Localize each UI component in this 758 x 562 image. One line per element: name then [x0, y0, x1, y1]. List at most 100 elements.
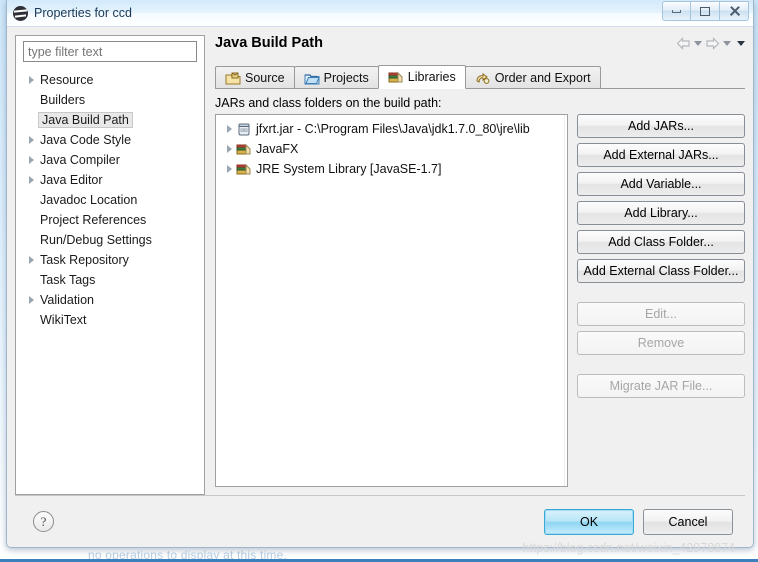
window-controls: [662, 1, 749, 21]
add-library-button[interactable]: Add Library...: [577, 201, 745, 225]
sidebar-item-label: Project References: [40, 213, 147, 227]
tab-label: Order and Export: [494, 70, 591, 85]
library-books-icon: [236, 142, 252, 157]
add-class-folder-button[interactable]: Add Class Folder...: [577, 230, 745, 254]
filter-wrapper: [16, 41, 204, 66]
dialog-action-buttons: OK Cancel: [544, 508, 733, 535]
sidebar-item-run-debug-settings[interactable]: Run/Debug Settings: [16, 230, 204, 250]
jar-icon: 010: [236, 122, 252, 137]
sidebar-item-resource[interactable]: Resource: [16, 70, 204, 90]
sidebar-item-java-editor[interactable]: Java Editor: [16, 170, 204, 190]
maximize-button[interactable]: [691, 1, 720, 21]
close-button[interactable]: [720, 1, 749, 21]
build-path-tabs: Source Projects Libraries Order and Export: [215, 65, 745, 89]
dialog-body: Resource Builders Java Build Path Java Code…: [7, 27, 753, 495]
jar-list[interactable]: 010 jfxrt.jar - C:\Program Files\Java\jdk…: [215, 114, 568, 487]
edit-button: Edit...: [577, 302, 745, 326]
expand-arrow-icon[interactable]: [222, 145, 236, 153]
jar-list-item-label: JRE System Library [JavaSE-1.7]: [256, 162, 442, 176]
library-books-icon: [388, 70, 403, 84]
expand-arrow-icon[interactable]: [24, 256, 38, 264]
back-arrow-icon[interactable]: [676, 37, 691, 50]
button-group-divider: [577, 360, 745, 369]
sidebar-item-project-references[interactable]: Project References: [16, 210, 204, 230]
tab-label: Libraries: [407, 70, 456, 84]
settings-tree-panel: Resource Builders Java Build Path Java Code…: [15, 35, 205, 495]
sidebar-item-java-build-path[interactable]: Java Build Path: [16, 110, 204, 130]
jar-list-item-label: jfxrt.jar - C:\Program Files\Java\jdk1.7…: [256, 122, 530, 136]
svg-text:010: 010: [241, 128, 247, 132]
sidebar-item-java-compiler[interactable]: Java Compiler: [16, 150, 204, 170]
forward-arrow-icon[interactable]: [705, 37, 720, 50]
expand-arrow-icon[interactable]: [24, 296, 38, 304]
sidebar-item-java-code-style[interactable]: Java Code Style: [16, 130, 204, 150]
tab-source[interactable]: Source: [215, 66, 295, 88]
add-external-class-folder-button[interactable]: Add External Class Folder...: [577, 259, 745, 283]
sidebar-item-label: Resource: [40, 73, 94, 87]
expand-arrow-icon[interactable]: [222, 125, 236, 133]
ok-button[interactable]: OK: [544, 508, 634, 535]
cancel-button[interactable]: Cancel: [643, 508, 733, 535]
sidebar-item-label: Builders: [40, 93, 86, 107]
dialog-footer: ? OK Cancel https://blog.csdn.net/weixin…: [15, 495, 745, 555]
back-history-chevron-down-icon[interactable]: [694, 41, 702, 46]
button-column-spacer: [577, 403, 745, 487]
title-bar: Properties for ccd: [7, 0, 753, 27]
expand-arrow-icon[interactable]: [222, 165, 236, 173]
forward-history-chevron-down-icon[interactable]: [723, 41, 731, 46]
sidebar-item-label: WikiText: [40, 313, 87, 327]
add-jars-button[interactable]: Add JARs...: [577, 114, 745, 138]
sidebar-item-task-repository[interactable]: Task Repository: [16, 250, 204, 270]
library-books-icon: [236, 162, 252, 177]
jar-list-item-label: JavaFX: [256, 142, 299, 156]
expand-arrow-icon[interactable]: [24, 156, 38, 164]
sidebar-item-validation[interactable]: Validation: [16, 290, 204, 310]
filter-input[interactable]: [23, 41, 197, 62]
help-icon[interactable]: ?: [33, 511, 54, 532]
sidebar-item-builders[interactable]: Builders: [16, 90, 204, 110]
page-nav-controls: [676, 35, 745, 50]
expand-arrow-icon[interactable]: [24, 176, 38, 184]
sidebar-item-wikitext[interactable]: WikiText: [16, 310, 204, 330]
source-folder-icon: [225, 71, 241, 85]
sidebar-item-task-tags[interactable]: Task Tags: [16, 270, 204, 290]
jar-list-item[interactable]: JavaFX: [216, 139, 567, 159]
migrate-jar-file-button: Migrate JAR File...: [577, 374, 745, 398]
list-caption: JARs and class folders on the build path…: [215, 96, 442, 110]
sidebar-item-javadoc-location[interactable]: Javadoc Location: [16, 190, 204, 210]
expand-arrow-icon[interactable]: [24, 76, 38, 84]
tab-libraries[interactable]: Libraries: [377, 65, 466, 89]
expand-arrow-icon[interactable]: [24, 136, 38, 144]
order-export-icon: [475, 71, 490, 85]
view-menu-icon[interactable]: [737, 41, 745, 46]
sidebar-item-label: Run/Debug Settings: [40, 233, 152, 247]
list-scrollbar[interactable]: [564, 115, 567, 486]
window-title: Properties for ccd: [34, 6, 132, 20]
library-action-buttons: Add JARs... Add External JARs... Add Varia…: [577, 114, 745, 487]
jar-list-item[interactable]: JRE System Library [JavaSE-1.7]: [216, 159, 567, 179]
eclipse-icon: [13, 5, 28, 21]
page-panel: Java Build Path Source Projects Librarie…: [205, 35, 745, 495]
minimize-icon: [672, 9, 681, 13]
sidebar-item-label: Java Build Path: [38, 112, 133, 128]
tab-label: Source: [245, 70, 285, 85]
sidebar-item-label: Java Editor: [40, 173, 103, 187]
sidebar-item-label: Java Compiler: [40, 153, 120, 167]
page-header: Java Build Path: [215, 35, 745, 65]
jar-list-item[interactable]: 010 jfxrt.jar - C:\Program Files\Java\jdk…: [216, 119, 567, 139]
sidebar-item-label: Task Tags: [40, 273, 96, 287]
properties-dialog: Properties for ccd Resource Builders Java …: [6, 0, 754, 555]
tab-order-and-export[interactable]: Order and Export: [464, 66, 601, 88]
sidebar-item-label: Java Code Style: [40, 133, 132, 147]
projects-folder-icon: [304, 71, 320, 85]
remove-button: Remove: [577, 331, 745, 355]
button-group-divider: [577, 288, 745, 297]
sidebar-item-label: Javadoc Location: [40, 193, 138, 207]
tab-projects[interactable]: Projects: [293, 66, 379, 88]
settings-tree: Resource Builders Java Build Path Java Code…: [16, 66, 204, 494]
minimize-button[interactable]: [662, 1, 691, 21]
add-variable-button[interactable]: Add Variable...: [577, 172, 745, 196]
maximize-icon: [700, 6, 710, 16]
libraries-content: 010 jfxrt.jar - C:\Program Files\Java\jdk…: [215, 114, 745, 495]
add-external-jars-button[interactable]: Add External JARs...: [577, 143, 745, 167]
